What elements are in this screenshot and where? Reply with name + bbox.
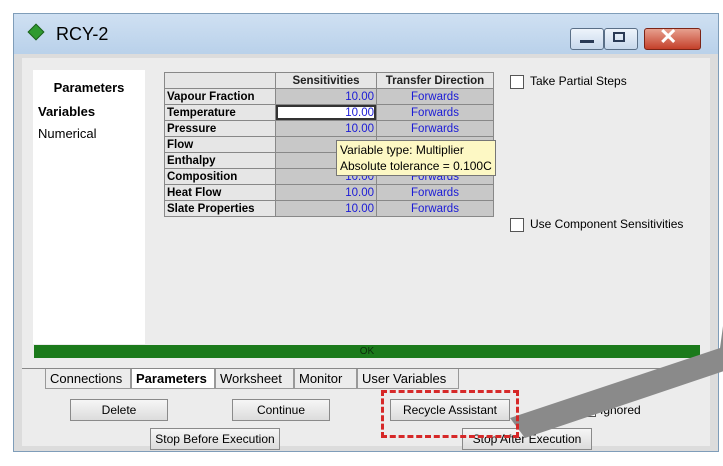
sensitivity-cell[interactable]: 10.00 [275, 120, 377, 137]
row-label: Composition [164, 168, 276, 185]
page-item-numerical[interactable]: Numerical [38, 126, 97, 141]
window-title: RCY-2 [56, 24, 109, 44]
close-icon: ✕ [659, 24, 678, 49]
direction-cell[interactable]: Forwards [376, 88, 494, 105]
tab-user-variables[interactable]: User Variables [357, 369, 459, 389]
sensitivity-cell[interactable]: 10.00 [275, 200, 377, 217]
row-label: Flow [164, 136, 276, 153]
table-row: Vapour Fraction 10.00 Forwards [164, 88, 494, 105]
maximize-icon [613, 32, 625, 42]
sensitivity-cell[interactable]: 10.00 [275, 184, 377, 201]
table-row: Slate Properties 10.00 Forwards [164, 200, 494, 217]
annotation-arrow-icon [510, 326, 723, 438]
page-list-header: Parameters [53, 80, 125, 95]
sensitivity-cell-selected[interactable]: 10.00 [275, 104, 377, 121]
direction-cell[interactable]: Forwards [376, 120, 494, 137]
highlight-box [381, 390, 519, 438]
row-label: Vapour Fraction [164, 88, 276, 105]
table-row: Pressure 10.00 Forwards [164, 120, 494, 137]
row-label: Heat Flow [164, 184, 276, 201]
continue-button[interactable]: Continue [232, 399, 330, 421]
row-label: Enthalpy [164, 152, 276, 169]
take-partial-steps-checkbox[interactable] [510, 75, 524, 89]
table-corner [164, 72, 276, 89]
col-header-transfer-direction: Transfer Direction [376, 72, 494, 89]
table-row: Heat Flow 10.00 Forwards [164, 184, 494, 201]
tab-parameters[interactable]: Parameters [131, 369, 215, 389]
minimize-button[interactable] [570, 28, 604, 50]
use-component-sensitivities-label: Use Component Sensitivities [530, 217, 684, 231]
tooltip-line: Absolute tolerance = 0.100C [340, 159, 492, 173]
stop-before-execution-button[interactable]: Stop Before Execution [150, 428, 280, 450]
minimize-icon [580, 40, 594, 43]
tab-worksheet[interactable]: Worksheet [215, 369, 294, 389]
direction-cell[interactable]: Forwards [376, 200, 494, 217]
tooltip-line: Variable type: Multiplier [340, 143, 464, 157]
table-row: Temperature 10.00 Forwards [164, 104, 494, 121]
row-label: Temperature [164, 104, 276, 121]
page-item-variables[interactable]: Variables [38, 104, 95, 119]
row-label: Pressure [164, 120, 276, 137]
tab-connections[interactable]: Connections [45, 369, 131, 389]
col-header-sensitivities: Sensitivities [275, 72, 377, 89]
tooltip: Variable type: Multiplier Absolute toler… [336, 140, 496, 176]
sensitivity-cell[interactable]: 10.00 [275, 88, 377, 105]
row-label: Slate Properties [164, 200, 276, 217]
use-component-sensitivities-checkbox[interactable] [510, 218, 524, 232]
delete-button[interactable]: Delete [70, 399, 168, 421]
direction-cell[interactable]: Forwards [376, 184, 494, 201]
direction-cell[interactable]: Forwards [376, 104, 494, 121]
tab-monitor[interactable]: Monitor [294, 369, 357, 389]
take-partial-steps-label: Take Partial Steps [530, 74, 627, 88]
